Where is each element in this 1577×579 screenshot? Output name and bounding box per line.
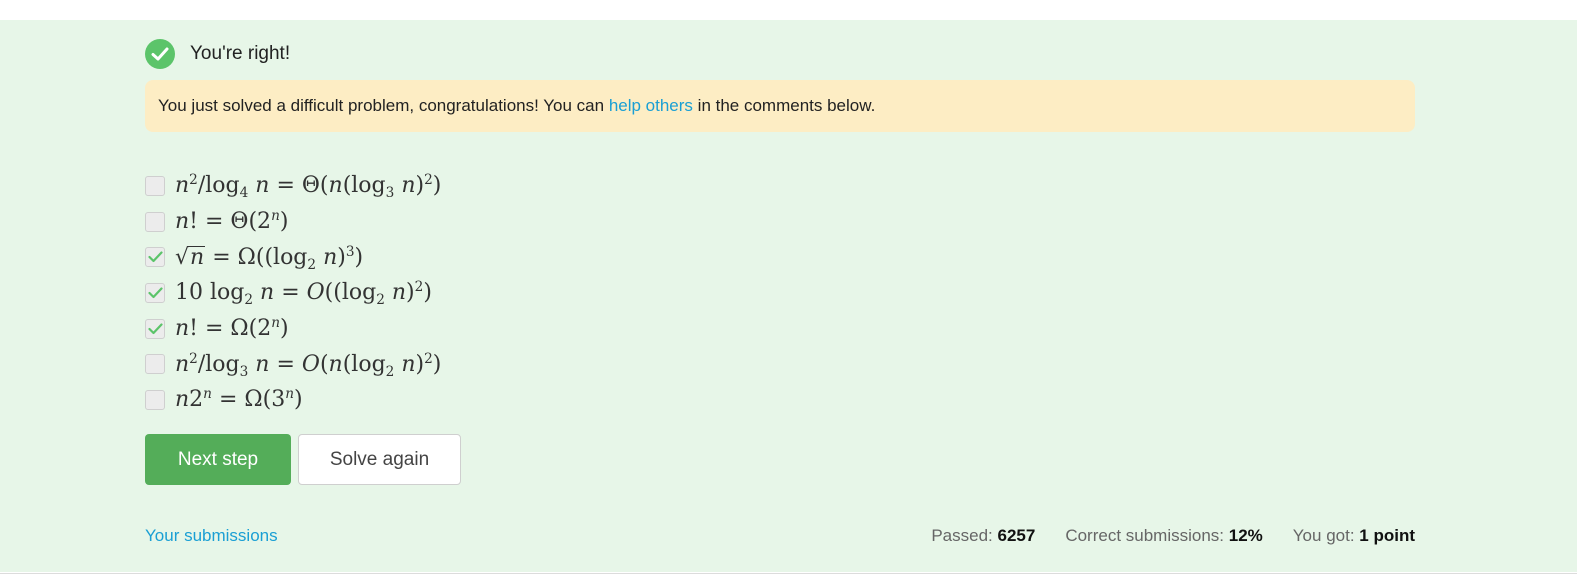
option-formula: n! = Ω(2n) bbox=[175, 314, 289, 342]
status-text: You're right! bbox=[190, 43, 291, 64]
congrats-notice: You just solved a difficult problem, con… bbox=[145, 80, 1415, 132]
option-formula: n2/log4 n = Θ(n(log3 n)2) bbox=[175, 172, 442, 202]
notice-text-after: in the comments below. bbox=[692, 96, 876, 115]
option-checkbox[interactable] bbox=[145, 211, 165, 232]
option-5[interactable]: n! = Ω(2n) bbox=[145, 311, 441, 347]
option-3[interactable]: √n = Ω((log2 n)3) bbox=[145, 239, 441, 275]
got-value: 1 point bbox=[1359, 526, 1415, 545]
your-submissions-link[interactable]: Your submissions bbox=[145, 526, 278, 546]
passed-value: 6257 bbox=[997, 526, 1036, 545]
passed-stat: Passed: 6257 bbox=[931, 526, 1035, 546]
option-6[interactable]: n2/log3 n = O(n(log2 n)2) bbox=[145, 346, 441, 382]
result-status: You're right! bbox=[145, 39, 290, 69]
option-4[interactable]: 10 log2 n = O((log2 n)2) bbox=[145, 275, 441, 311]
option-formula: 10 log2 n = O((log2 n)2) bbox=[175, 279, 432, 309]
bottom-divider bbox=[0, 573, 1577, 574]
checkmark-icon bbox=[147, 287, 163, 299]
option-1[interactable]: n2/log4 n = Θ(n(log3 n)2) bbox=[145, 168, 441, 204]
option-checkbox[interactable] bbox=[145, 318, 165, 339]
option-2[interactable]: n! = Θ(2n) bbox=[145, 204, 441, 240]
passed-label: Passed: bbox=[931, 526, 998, 545]
checkmark-icon bbox=[147, 322, 163, 334]
check-circle-icon bbox=[145, 39, 175, 69]
option-formula: n! = Θ(2n) bbox=[175, 207, 289, 235]
correct-submissions-stat: Correct submissions: 12% bbox=[1065, 526, 1262, 546]
feedback-content: You're right! You just solved a difficul… bbox=[145, 20, 1415, 572]
feedback-panel: You're right! You just solved a difficul… bbox=[0, 20, 1577, 572]
option-checkbox[interactable] bbox=[145, 247, 165, 268]
option-checkbox[interactable] bbox=[145, 389, 165, 410]
next-step-button[interactable]: Next step bbox=[145, 434, 291, 485]
option-checkbox[interactable] bbox=[145, 282, 165, 303]
correct-value: 12% bbox=[1228, 526, 1263, 545]
option-formula: n2/log3 n = O(n(log2 n)2) bbox=[175, 350, 442, 380]
option-7[interactable]: n2n = Ω(3n) bbox=[145, 382, 441, 418]
help-others-link[interactable]: help others bbox=[609, 96, 693, 116]
notice-text-before: You just solved a difficult problem, con… bbox=[158, 96, 609, 115]
points-stat: You got: 1 point bbox=[1293, 526, 1415, 546]
answer-options: n2/log4 n = Θ(n(log3 n)2) n! = Θ(2n) √n … bbox=[145, 168, 441, 418]
got-label: You got: bbox=[1292, 526, 1360, 545]
option-formula: n2n = Ω(3n) bbox=[175, 386, 303, 413]
checkmark-icon bbox=[147, 251, 163, 263]
option-formula: √n = Ω((log2 n)3) bbox=[175, 243, 364, 273]
correct-label: Correct submissions: bbox=[1065, 526, 1229, 545]
submission-stats: Passed: 6257 Correct submissions: 12% Yo… bbox=[931, 526, 1415, 546]
solve-again-button[interactable]: Solve again bbox=[298, 434, 461, 485]
option-checkbox[interactable] bbox=[145, 175, 165, 196]
option-checkbox[interactable] bbox=[145, 354, 165, 375]
